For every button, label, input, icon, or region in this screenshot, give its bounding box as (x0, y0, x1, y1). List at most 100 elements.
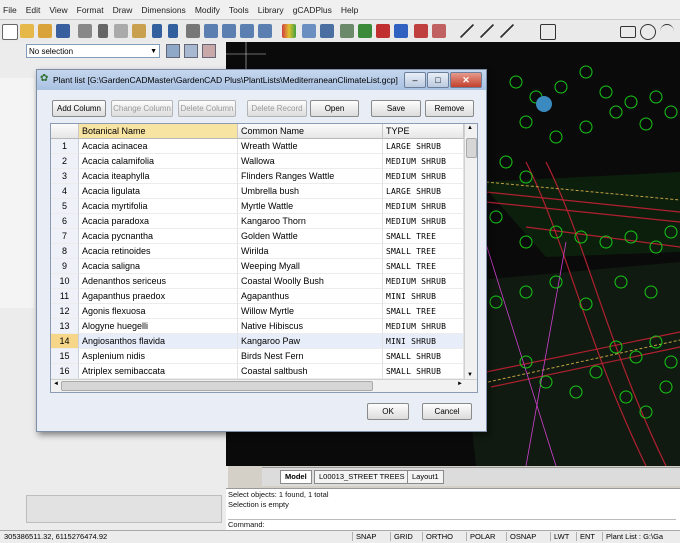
polyline-icon[interactable] (500, 24, 514, 38)
cell-row-number[interactable]: 4 (51, 184, 79, 199)
minimize-icon[interactable]: – (404, 72, 426, 88)
cell-row-number[interactable]: 6 (51, 214, 79, 229)
zoom-previous-icon[interactable] (240, 24, 254, 38)
cell-common[interactable]: Kangaroo Paw (238, 334, 383, 349)
cell-type[interactable]: SMALL TREE (383, 244, 464, 259)
column-header-common[interactable]: Common Name (238, 124, 383, 139)
table-row[interactable]: 16 Atriplex semibaccata Coastal saltbush SM… (51, 364, 464, 379)
add-column-button[interactable]: Add Column (52, 100, 106, 117)
scroll-up-icon[interactable]: ▲ (467, 125, 473, 131)
remove-button[interactable]: Remove (425, 100, 474, 117)
arc-icon[interactable] (660, 24, 674, 39)
cell-row-number[interactable]: 8 (51, 244, 79, 259)
close-icon[interactable]: ✕ (450, 72, 482, 88)
menu-item-view[interactable]: View (49, 5, 67, 15)
cell-row-number[interactable]: 14 (51, 334, 79, 349)
table-row[interactable]: 2 Acacia calamifolia Wallowa MEDIUM SHRUB (51, 154, 464, 169)
cell-type[interactable]: MINI SHRUB (383, 289, 464, 304)
table-row[interactable]: 5 Acacia myrtifolia Myrtle Wattle MEDIUM SH… (51, 199, 464, 214)
redo-icon[interactable] (168, 24, 178, 38)
status-toggle-ortho[interactable]: ORTHO (422, 532, 453, 541)
toggle-pickadd-icon[interactable] (202, 44, 216, 58)
cell-type[interactable]: MEDIUM SHRUB (383, 169, 464, 184)
cell-type[interactable]: SMALL TREE (383, 229, 464, 244)
scroll-right-icon[interactable]: ► (457, 381, 463, 387)
cell-type[interactable]: SMALL TREE (383, 259, 464, 274)
cell-common[interactable]: Weeping Myall (238, 259, 383, 274)
status-toggle-lwt[interactable]: LWT (550, 532, 569, 541)
open-button[interactable]: Open (310, 100, 359, 117)
cell-common[interactable]: Agapanthus (238, 289, 383, 304)
vertical-scrollbar[interactable]: ▲ ▼ (464, 124, 477, 379)
zoom-window-icon[interactable] (222, 24, 236, 38)
cell-row-number[interactable]: 10 (51, 274, 79, 289)
cell-common[interactable]: Coastal saltbush (238, 364, 383, 379)
markup-icon[interactable] (414, 24, 428, 38)
menu-item-gcadplus[interactable]: gCADPlus (293, 5, 332, 15)
delete-record-button[interactable]: Delete Record (247, 100, 307, 117)
table-row[interactable]: 6 Acacia paradoxa Kangaroo Thorn MEDIUM SHR… (51, 214, 464, 229)
tab-street-trees[interactable]: L00013_STREET TREES (314, 470, 410, 484)
cell-row-number[interactable]: 15 (51, 349, 79, 364)
polygon-icon[interactable] (540, 24, 556, 40)
cell-type[interactable]: MEDIUM SHRUB (383, 274, 464, 289)
cell-type[interactable]: MEDIUM SHRUB (383, 199, 464, 214)
menu-item-modify[interactable]: Modify (195, 5, 220, 15)
tab-model[interactable]: Model (280, 470, 312, 484)
cell-botanical[interactable]: Acacia saligna (79, 259, 238, 274)
table-row[interactable]: 7 Acacia pycnantha Golden Wattle SMALL TREE (51, 229, 464, 244)
cell-botanical[interactable]: Acacia iteaphylla (79, 169, 238, 184)
cell-common[interactable]: Coastal Woolly Bush (238, 274, 383, 289)
table-row[interactable]: 4 Acacia ligulata Umbrella bush LARGE SHRUB (51, 184, 464, 199)
table-row[interactable]: 15 Asplenium nidis Birds Nest Fern SMALL SH… (51, 349, 464, 364)
maximize-icon[interactable]: □ (427, 72, 449, 88)
matchprop-icon[interactable] (340, 24, 354, 38)
cell-row-number[interactable]: 11 (51, 289, 79, 304)
ok-button[interactable]: OK (367, 403, 409, 420)
cell-botanical[interactable]: Angiosanthos flavida (79, 334, 238, 349)
copy-icon[interactable] (114, 24, 128, 38)
tool-palettes-icon[interactable] (394, 24, 408, 38)
table-row[interactable]: 11 Agapanthus praedox Agapanthus MINI SHRUB (51, 289, 464, 304)
cancel-button[interactable]: Cancel (422, 403, 472, 420)
rectangle-icon[interactable] (620, 26, 636, 38)
selection-combo[interactable]: No selection ▼ (26, 44, 160, 58)
cell-type[interactable]: SMALL SHRUB (383, 349, 464, 364)
table-row[interactable]: 9 Acacia saligna Weeping Myall SMALL TREE (51, 259, 464, 274)
zoom-extents-icon[interactable] (258, 24, 272, 38)
open-folder-icon[interactable] (38, 24, 52, 38)
cell-common[interactable]: Umbrella bush (238, 184, 383, 199)
cell-row-number[interactable]: 7 (51, 229, 79, 244)
cell-type[interactable]: LARGE SHRUB (383, 184, 464, 199)
cell-botanical[interactable]: Asplenium nidis (79, 349, 238, 364)
menu-item-library[interactable]: Library (258, 5, 284, 15)
scroll-thumb[interactable] (466, 138, 477, 158)
layer-properties-icon[interactable] (282, 24, 296, 38)
undo-icon[interactable] (152, 24, 162, 38)
delete-column-button[interactable]: Delete Column (178, 100, 236, 117)
cell-row-number[interactable]: 9 (51, 259, 79, 274)
horizontal-scrollbar[interactable]: ◄ ► (51, 379, 477, 392)
cell-botanical[interactable]: Acacia myrtifolia (79, 199, 238, 214)
cell-row-number[interactable]: 16 (51, 364, 79, 379)
column-header-botanical[interactable]: Botanical Name (79, 124, 238, 139)
cell-common[interactable]: Wallowa (238, 154, 383, 169)
scroll-down-icon[interactable]: ▼ (467, 372, 473, 378)
cell-botanical[interactable]: Acacia calamifolia (79, 154, 238, 169)
cell-type[interactable]: MINI SHRUB (383, 334, 464, 349)
paste-icon[interactable] (132, 24, 146, 38)
save-icon[interactable] (56, 24, 70, 38)
cell-botanical[interactable]: Acacia pycnantha (79, 229, 238, 244)
cell-type[interactable]: LARGE SHRUB (383, 139, 464, 154)
column-header-type[interactable]: TYPE (383, 124, 464, 139)
h-scroll-thumb[interactable] (61, 381, 373, 391)
cell-botanical[interactable]: Agapanthus praedox (79, 289, 238, 304)
menu-item-help[interactable]: Help (341, 5, 358, 15)
menu-item-draw[interactable]: Draw (113, 5, 133, 15)
construction-line-icon[interactable] (480, 24, 494, 38)
cell-botanical[interactable]: Acacia retinoides (79, 244, 238, 259)
cell-common[interactable]: Kangaroo Thorn (238, 214, 383, 229)
cell-botanical[interactable]: Acacia ligulata (79, 184, 238, 199)
cell-common[interactable]: Myrtle Wattle (238, 199, 383, 214)
print-icon[interactable] (78, 24, 92, 38)
